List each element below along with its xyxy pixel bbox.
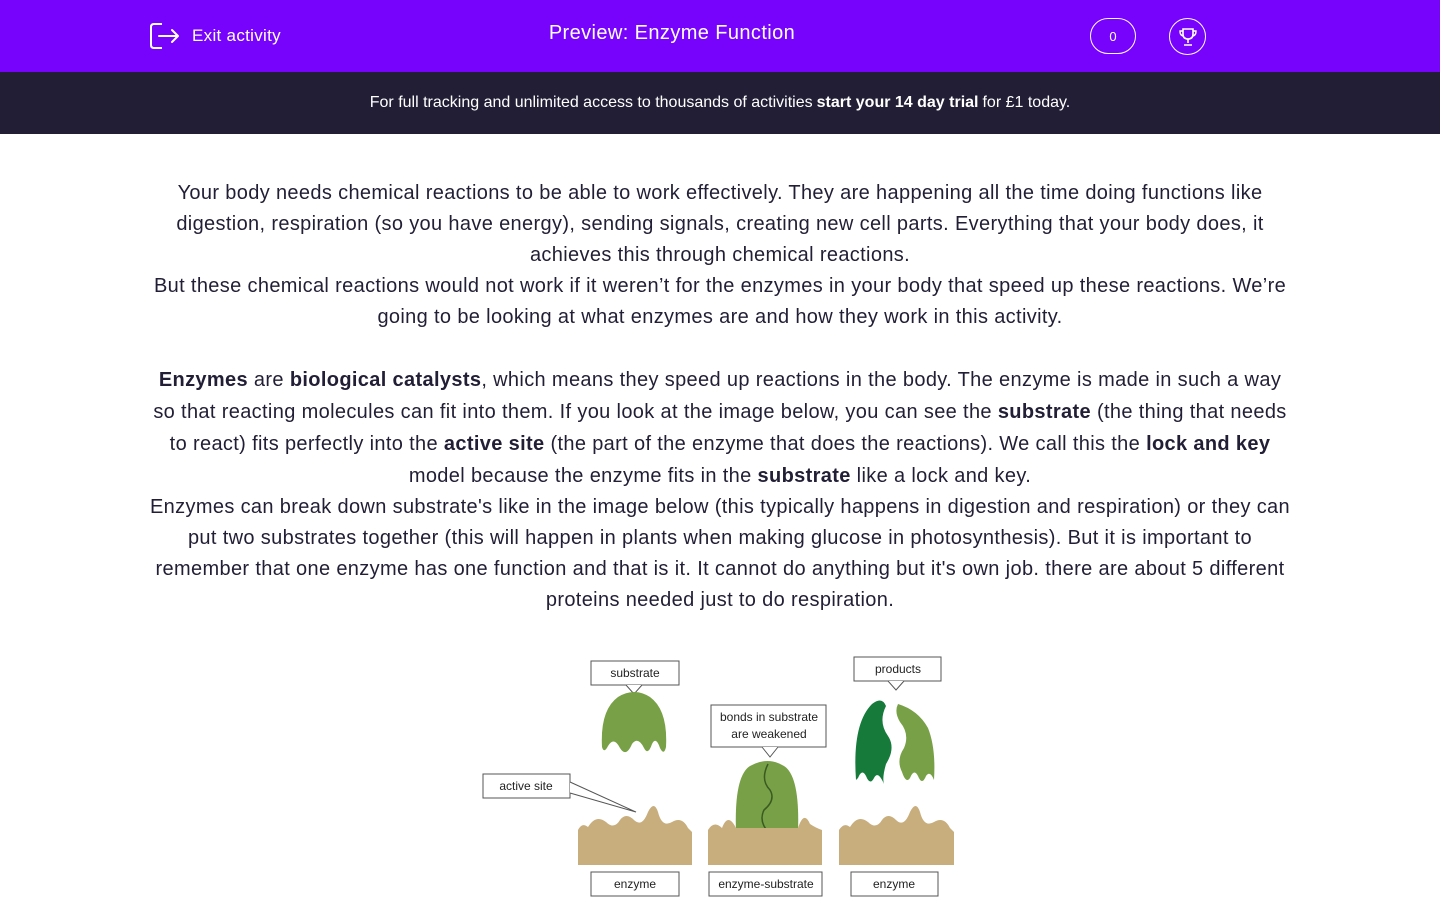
trial-banner: For full tracking and unlimited access t… (0, 72, 1440, 134)
top-bar: Exit activity Preview: Enzyme Function 0 (0, 0, 1440, 72)
text-span: (the part of the enzyme that does the re… (550, 433, 1141, 455)
text-span: like a lock and key. (856, 465, 1032, 487)
label-substrate: substrate (610, 666, 660, 680)
label-enzyme-substrate: enzyme-substrate (718, 877, 814, 891)
lock-and-key-diagram: substrate active site enzyme bonds in su… (478, 652, 958, 900)
label-bonds-line-2: are weakened (731, 727, 806, 741)
term-substrate-2: substrate (757, 465, 851, 487)
term-enzymes: Enzymes (158, 369, 248, 391)
break-down-paragraph: Enzymes can break down substrate's like … (149, 496, 1291, 611)
start-trial-link[interactable]: start your 14 day trial (817, 94, 979, 112)
product-shape-2 (896, 704, 935, 781)
trophy-icon (1178, 27, 1197, 46)
intro-paragraph-2: But these chemical reactions would not w… (153, 275, 1287, 328)
substrate-shape (601, 692, 667, 753)
label-bonds-line-1: bonds in substrate (720, 710, 818, 724)
intro-paragraph-1: Your body needs chemical reactions to be… (176, 182, 1264, 266)
term-biological-catalysts: biological catalysts (289, 369, 482, 391)
text-span: model because the enzyme fits in the (408, 465, 752, 487)
label-active-site: active site (499, 779, 553, 793)
text-span: are (253, 369, 284, 391)
product-shape-1 (855, 700, 892, 784)
label-enzyme-2: enzyme (873, 877, 915, 891)
page-title: Preview: Enzyme Function (548, 22, 796, 44)
enzyme-shape-2 (839, 806, 954, 865)
banner-text-before: For full tracking and unlimited access t… (369, 94, 813, 111)
enzymes-paragraph: Enzymes are biological catalysts, which … (145, 364, 1295, 492)
trophy-button[interactable] (1169, 18, 1206, 55)
term-active-site: active site (443, 433, 545, 455)
label-enzyme-1: enzyme (614, 877, 656, 891)
label-products: products (875, 662, 921, 676)
intro-content: Your body needs chemical reactions to be… (145, 178, 1295, 616)
diagram-svg: substrate active site enzyme bonds in su… (482, 656, 954, 897)
substrate-in-complex (735, 761, 799, 832)
term-lock-and-key: lock and key (1146, 433, 1271, 455)
score-badge: 0 (1090, 18, 1136, 54)
enzyme-shape-1 (578, 806, 692, 865)
term-substrate: substrate (997, 401, 1092, 423)
banner-text-after: for £1 today. (982, 94, 1071, 111)
